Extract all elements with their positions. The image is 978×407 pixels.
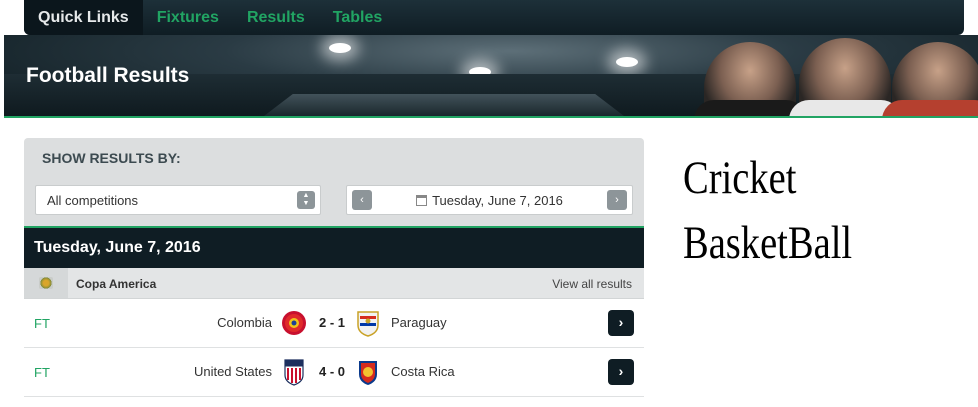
floodlight xyxy=(616,57,638,67)
match-details-button[interactable]: › xyxy=(608,359,634,385)
cricket-link[interactable]: Cricket xyxy=(683,155,796,202)
match-status: FT xyxy=(34,365,50,380)
match-score: 4 - 0 xyxy=(318,364,345,379)
day-header: Tuesday, June 7, 2016 xyxy=(24,226,644,268)
stadium-banner: Football Results xyxy=(4,35,978,116)
calendar-icon xyxy=(416,195,428,206)
copa-america-logo-icon xyxy=(39,277,53,289)
floodlight xyxy=(329,43,351,53)
nav-results[interactable]: Results xyxy=(233,0,319,35)
banner-divider xyxy=(4,116,978,118)
stadium-field xyxy=(264,94,624,116)
results-panel: SHOW RESULTS BY: All competitions ▲ ▼ ‹ T… xyxy=(24,138,644,397)
player-image xyxy=(789,38,901,116)
away-team: Costa Rica xyxy=(391,364,455,379)
paraguay-crest-icon xyxy=(357,311,379,337)
competition-flag-cell xyxy=(24,268,68,298)
competition-name: Copa America xyxy=(76,277,157,291)
filter-title: SHOW RESULTS BY: xyxy=(42,150,181,166)
competition-select[interactable]: All competitions ▲ ▼ xyxy=(35,185,321,215)
filter-box: SHOW RESULTS BY: All competitions ▲ ▼ ‹ T… xyxy=(24,138,644,226)
date-display: Tuesday, June 7, 2016 xyxy=(347,193,632,208)
chevron-right-icon[interactable]: › xyxy=(607,190,627,210)
match-details-button[interactable]: › xyxy=(608,310,634,336)
date-value: Tuesday, June 7, 2016 xyxy=(432,193,563,208)
nav-quick-links[interactable]: Quick Links xyxy=(24,0,143,35)
usa-crest-icon xyxy=(284,359,304,386)
match-row[interactable]: FT Colombia 2 - 1 Paraguay › xyxy=(24,299,644,348)
page-title: Football Results xyxy=(26,64,190,87)
competition-row: Copa America View all results xyxy=(24,268,644,299)
player-image xyxy=(694,42,806,116)
nav-tables[interactable]: Tables xyxy=(319,0,397,35)
home-team: Colombia xyxy=(217,315,272,330)
up-down-arrows-icon: ▲ ▼ xyxy=(297,191,315,209)
colombia-crest-icon xyxy=(282,311,306,335)
top-nav: Quick Links Fixtures Results Tables xyxy=(24,0,964,35)
player-image xyxy=(882,42,978,116)
costa-rica-crest-icon xyxy=(359,361,377,385)
home-team: United States xyxy=(193,364,272,379)
match-status: FT xyxy=(34,316,50,331)
match-row[interactable]: FT United States 4 - 0 Costa Rica › xyxy=(24,348,644,397)
basketball-link[interactable]: BasketBall xyxy=(683,220,852,267)
match-score: 2 - 1 xyxy=(318,315,345,330)
nav-fixtures[interactable]: Fixtures xyxy=(143,0,233,35)
view-all-results-link[interactable]: View all results xyxy=(552,277,632,291)
date-picker[interactable]: ‹ Tuesday, June 7, 2016 › xyxy=(346,185,633,215)
competition-select-value: All competitions xyxy=(47,193,139,208)
away-team: Paraguay xyxy=(391,315,447,330)
